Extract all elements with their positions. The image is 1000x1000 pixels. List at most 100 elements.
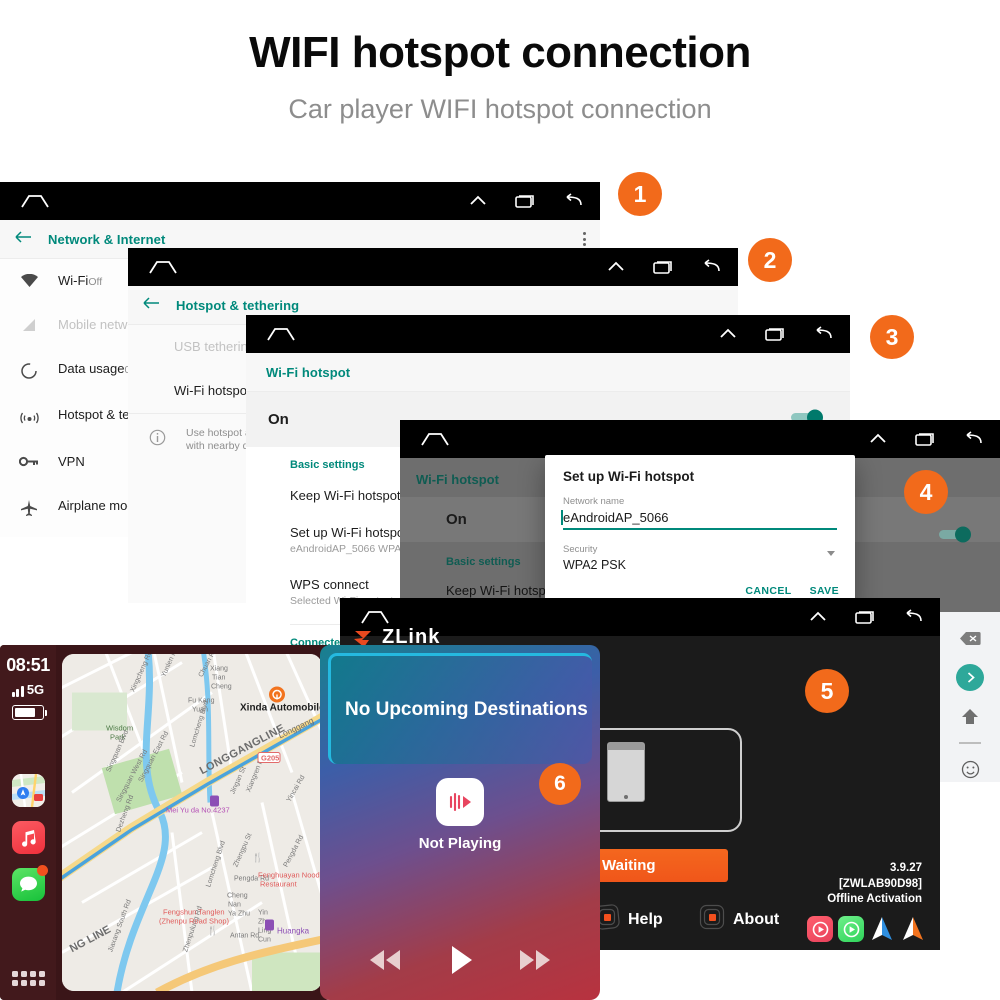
- device-id: [ZWLAB90D98]: [838, 877, 922, 890]
- notification-dot: [36, 865, 48, 876]
- home-icon[interactable]: [148, 259, 178, 275]
- navigation-blue-icon[interactable]: [869, 916, 895, 942]
- android-navbar: [0, 182, 600, 220]
- fast-forward-icon[interactable]: [515, 947, 555, 978]
- svg-text:Huangka: Huangka: [277, 927, 310, 936]
- androidauto-green-app-icon[interactable]: [838, 916, 864, 942]
- key-icon: [16, 453, 42, 468]
- carplay-clock: 08:51: [6, 655, 50, 675]
- hotspot-icon: [16, 406, 42, 427]
- about-button[interactable]: About: [698, 903, 779, 936]
- svg-text:Cun: Cun: [258, 937, 271, 944]
- svg-text:Cheng: Cheng: [227, 893, 248, 900]
- now-playing-label: Not Playing: [418, 835, 502, 852]
- supported-apps-row: [807, 916, 926, 942]
- waiting-label: Waiting: [602, 857, 656, 874]
- svg-text:Wisdom: Wisdom: [106, 724, 133, 733]
- rewind-icon[interactable]: [365, 947, 405, 978]
- carplay-map[interactable]: Xiang Tian Cheng Fu Kang Yuan Wisdom Park Pe…: [62, 654, 322, 991]
- back-arrow-icon[interactable]: [142, 296, 160, 314]
- shift-up-icon[interactable]: [955, 704, 985, 729]
- recents-icon[interactable]: [514, 193, 536, 209]
- item-sub: Off: [88, 276, 103, 288]
- back-icon[interactable]: [962, 431, 984, 447]
- chevron-down-icon[interactable]: [827, 551, 835, 556]
- version-number: 3.9.27: [890, 862, 922, 875]
- backspace-icon[interactable]: [955, 626, 985, 651]
- recents-icon[interactable]: [854, 609, 876, 625]
- signal-icon: [16, 316, 42, 332]
- network-name-label: Network name: [563, 496, 625, 507]
- svg-text:Ya Zhu: Ya Zhu: [228, 911, 250, 918]
- step-badge-2: 2: [748, 238, 792, 282]
- svg-text:(Zhenpu Road Shop): (Zhenpu Road Shop): [159, 917, 230, 926]
- minimize-icon[interactable]: [959, 742, 981, 744]
- dialog-setup-wifi-hotspot: Set up Wi-Fi hotspot Network name eAndro…: [545, 455, 855, 605]
- security-select[interactable]: WPA2 PSK: [563, 558, 837, 572]
- app-launcher-grid-icon[interactable]: [11, 971, 45, 986]
- about-icon: [698, 903, 726, 936]
- home-icon[interactable]: [20, 193, 50, 209]
- about-label: About: [733, 910, 780, 928]
- svg-text:Mei Yu da No.4237: Mei Yu da No.4237: [166, 806, 230, 815]
- phone-icon: [607, 742, 645, 802]
- back-icon[interactable]: [562, 193, 584, 209]
- network-type: 5G: [26, 682, 45, 697]
- info-icon: [144, 427, 170, 446]
- svg-text:Tian: Tian: [212, 675, 225, 682]
- hotspot-toggle[interactable]: [936, 525, 976, 548]
- home-icon[interactable]: [266, 326, 296, 342]
- maps-icon[interactable]: [11, 774, 45, 807]
- svg-text:Xinda Automobile S: Xinda Automobile S: [240, 703, 322, 714]
- recents-icon[interactable]: [764, 326, 786, 342]
- android-navbar: [246, 315, 850, 353]
- step-badge-4: 4: [904, 470, 948, 514]
- svg-text:Nan: Nan: [228, 902, 241, 909]
- appbar-title: Hotspot & tethering: [176, 297, 300, 313]
- battery-icon: [12, 705, 47, 720]
- item-label: VPN: [58, 454, 85, 469]
- overflow-menu-icon[interactable]: [583, 232, 586, 246]
- music-icon[interactable]: [11, 821, 45, 854]
- carplay-app-icon[interactable]: [807, 916, 833, 942]
- home-icon[interactable]: [420, 431, 450, 447]
- wifi-icon: [16, 272, 42, 288]
- carplay-signal: 5G: [11, 682, 45, 697]
- svg-text:🍴: 🍴: [207, 925, 218, 937]
- activation-status: Offline Activation: [827, 893, 922, 906]
- recents-icon[interactable]: [652, 259, 674, 275]
- save-button[interactable]: SAVE: [810, 585, 839, 597]
- expand-up-icon[interactable]: [606, 259, 626, 275]
- android-navbar: [400, 420, 1000, 458]
- navigation-orange-icon[interactable]: [900, 916, 926, 942]
- on-label: On: [268, 411, 289, 428]
- expand-up-icon[interactable]: [868, 431, 888, 447]
- panel-carplay-dashboard: No Upcoming Destinations Not Playing: [320, 645, 600, 1000]
- emoji-icon[interactable]: [955, 757, 985, 782]
- play-icon[interactable]: [444, 943, 476, 982]
- help-button[interactable]: Help: [593, 903, 663, 936]
- item-label: Wi-Fi hotspot: [174, 383, 251, 398]
- network-name-input[interactable]: eAndroidAP_5066: [561, 510, 837, 530]
- apple-music-icon[interactable]: [436, 778, 484, 826]
- back-icon[interactable]: [902, 609, 924, 625]
- expand-up-icon[interactable]: [808, 609, 828, 625]
- home-icon[interactable]: [360, 609, 390, 625]
- step-badge-5: 5: [805, 669, 849, 713]
- back-arrow-icon[interactable]: [14, 230, 32, 248]
- messages-icon[interactable]: [11, 865, 48, 901]
- panel-carplay: 08:51 5G Xiang Tian Cheng Fu Kang Yuan W…: [0, 645, 330, 1000]
- carplay-sidebar: 08:51 5G: [0, 645, 56, 1000]
- upcoming-destinations-card[interactable]: No Upcoming Destinations: [328, 653, 592, 764]
- svg-text:Cheng: Cheng: [211, 684, 232, 691]
- help-label: Help: [628, 910, 663, 928]
- page-title: WIFI hotspot connection: [249, 28, 751, 77]
- recents-icon[interactable]: [914, 431, 936, 447]
- cancel-button[interactable]: CANCEL: [745, 585, 791, 597]
- back-icon[interactable]: [700, 259, 722, 275]
- expand-up-icon[interactable]: [468, 193, 488, 209]
- next-arrow-icon[interactable]: [956, 664, 984, 691]
- step-badge-3: 3: [870, 315, 914, 359]
- back-icon[interactable]: [812, 326, 834, 342]
- expand-up-icon[interactable]: [718, 326, 738, 342]
